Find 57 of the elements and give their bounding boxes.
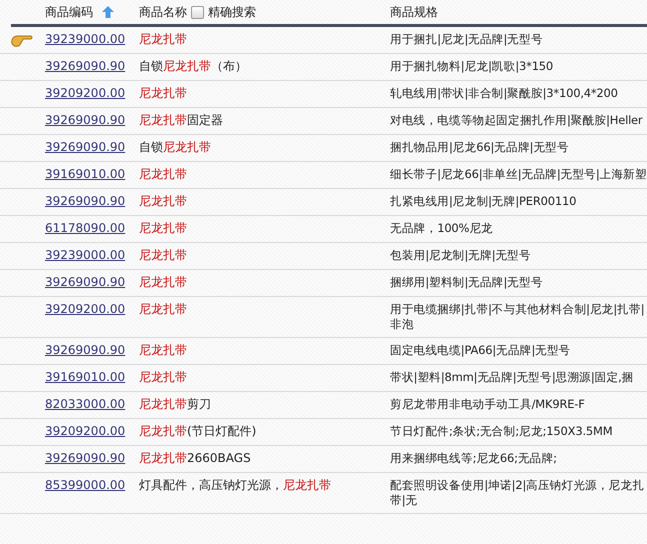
code-link[interactable]: 39209200.00	[45, 86, 126, 100]
product-name: 尼龙扎带	[139, 221, 187, 235]
product-name: 尼龙扎带2660BAGS	[139, 451, 251, 465]
product-spec: 扎紧电线用|尼龙制|无牌|PER00110	[390, 194, 576, 208]
code-link[interactable]: 39269090.90	[45, 113, 126, 127]
product-spec: 无品牌，100%尼龙	[390, 221, 493, 235]
sort-up-arrow-icon[interactable]	[101, 5, 115, 19]
product-name: 尼龙扎带	[139, 194, 187, 208]
product-spec: 轧电线用|带状|非合制|聚酰胺|3*100,4*200	[390, 86, 618, 100]
code-link[interactable]: 39269090.90	[45, 59, 126, 73]
code-link[interactable]: 39239000.00	[45, 32, 126, 46]
column-header: 商品规格	[390, 4, 438, 20]
code-link[interactable]: 39209200.00	[45, 424, 126, 438]
product-name: 尼龙扎带固定器	[139, 113, 223, 127]
code-link[interactable]: 39239000.00	[45, 248, 126, 262]
code-link[interactable]: 39169010.00	[45, 370, 126, 384]
code-link[interactable]: 39269090.90	[45, 275, 126, 289]
product-spec: 剪尼龙带用非电动手动工具/MK9RE-F	[390, 397, 585, 411]
product-name: 尼龙扎带	[139, 167, 187, 181]
product-name: 尼龙扎带	[139, 86, 187, 100]
code-link[interactable]: 39269090.90	[45, 194, 126, 208]
checkbox-label[interactable]: 精确搜索	[208, 4, 256, 20]
product-name: 尼龙扎带	[139, 32, 187, 46]
product-spec: 包装用|尼龙制|无牌|无型号	[390, 248, 531, 262]
product-name: 尼龙扎带(节日灯配件)	[139, 424, 256, 438]
product-spec: 节日灯配件;条状;无合制;尼龙;150X3.5MM	[390, 424, 612, 438]
product-name: 自锁尼龙扎带（布）	[139, 59, 247, 73]
product-name: 灯具配件，高压钠灯光源，尼龙扎带	[139, 478, 331, 492]
code-link[interactable]: 39269090.90	[45, 140, 126, 154]
code-link[interactable]: 85399000.00	[45, 478, 126, 492]
product-spec: 用于捆扎|尼龙|无品牌|无型号	[390, 32, 543, 46]
column-header[interactable]: 商品编码	[45, 4, 93, 20]
product-spec: 细长带子|尼龙66|非单丝|无品牌|无型号|上海新塑	[390, 167, 647, 181]
code-link[interactable]: 61178090.00	[45, 221, 126, 235]
product-spec: 带状|塑料|8mm|无品牌|无型号|思溯源|固定,捆	[390, 370, 634, 384]
product-spec: 捆扎物品用|尼龙66|无品牌|无型号	[390, 140, 569, 154]
code-link[interactable]: 39209200.00	[45, 302, 126, 316]
product-name: 尼龙扎带	[139, 248, 187, 262]
product-name: 尼龙扎带	[139, 370, 187, 384]
product-spec: 配套照明设备使用|坤诺|2|高压钠灯光源，尼龙扎带|无	[390, 478, 644, 507]
code-link[interactable]: 39169010.00	[45, 167, 126, 181]
product-name: 自锁尼龙扎带	[139, 140, 211, 154]
code-link[interactable]: 82033000.00	[45, 397, 126, 411]
product-name: 尼龙扎带	[139, 302, 187, 316]
product-spec: 用于捆扎物料|尼龙|凯歌|3*150	[390, 59, 554, 73]
code-link[interactable]: 39269090.90	[45, 343, 126, 357]
product-spec: 用来捆绑电线等;尼龙66;无品牌;	[390, 451, 557, 465]
product-name: 尼龙扎带	[139, 275, 187, 289]
product-spec: 捆绑用|塑料制|无品牌|无型号	[390, 275, 543, 289]
product-spec: 用于电缆捆绑|扎带|不与其他材料合制|尼龙|扎带|非泡	[390, 302, 644, 331]
product-name: 尼龙扎带剪刀	[139, 397, 211, 411]
product-name: 尼龙扎带	[139, 343, 187, 357]
product-spec: 对电线，电缆等物起固定捆扎作用|聚酰胺|Heller	[390, 113, 642, 127]
column-header: 商品名称	[139, 4, 187, 20]
exact-search-checkbox[interactable]	[191, 6, 204, 18]
code-link[interactable]: 39269090.90	[45, 451, 126, 465]
product-spec: 固定电线电缆|PA66|无品牌|无型号	[390, 343, 571, 357]
